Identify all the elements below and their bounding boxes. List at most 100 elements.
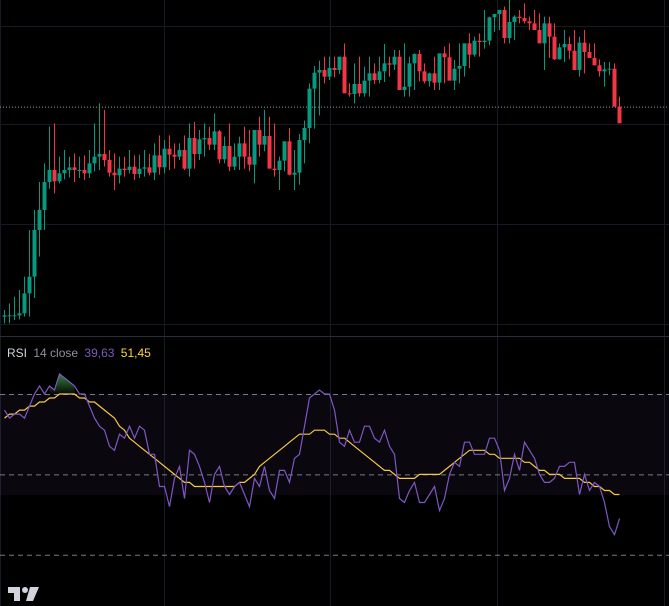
candle-body (32, 230, 37, 277)
candle-body (417, 54, 422, 72)
candle-body (432, 73, 437, 83)
candle-body (612, 68, 617, 107)
candle-body (112, 172, 117, 176)
candle-body (437, 53, 442, 83)
candle-body (252, 130, 257, 165)
candle-body (267, 136, 272, 169)
candle-body (532, 23, 537, 30)
candle-body (377, 71, 382, 80)
candle-body (397, 56, 402, 90)
candle-body (232, 156, 237, 167)
candle-body (507, 22, 512, 38)
candle-body (47, 170, 52, 182)
candle-body (387, 63, 392, 65)
candle-body (7, 315, 12, 317)
candle-body (82, 170, 87, 174)
candle-body (392, 56, 397, 65)
rsi-overbought-area (49, 373, 75, 394)
candle-body (137, 168, 142, 174)
candle-body (242, 143, 247, 157)
candle-body (222, 146, 227, 160)
candle-body (297, 140, 302, 173)
candle-body (87, 163, 92, 174)
candle-body (492, 14, 497, 18)
candle-body (57, 173, 62, 182)
candle-body (102, 154, 107, 160)
candlestick-series (2, 0, 622, 324)
candle-body (62, 170, 67, 174)
candle-body (527, 21, 532, 24)
rsi-ma-legend-value: 51,45 (120, 346, 151, 360)
candle-body (42, 182, 47, 210)
candle-body (382, 63, 387, 72)
candle-body (97, 154, 102, 157)
candle-body (2, 315, 7, 317)
candle-body (292, 172, 297, 175)
candle-body (592, 58, 597, 66)
candle-body (607, 68, 612, 70)
candle-body (37, 210, 42, 230)
candle-body (457, 66, 462, 69)
candle-body (167, 148, 172, 155)
candle-body (352, 84, 357, 94)
rsi-legend-params: 14 close (33, 346, 79, 360)
candle-body (27, 276, 32, 294)
candle-body (517, 16, 522, 18)
candle-body (337, 56, 342, 70)
candle-body (192, 138, 197, 154)
candle-body (347, 93, 352, 95)
candle-body (272, 168, 277, 170)
candle-body (312, 72, 317, 89)
candle-body (307, 88, 312, 128)
candle-body (52, 170, 57, 182)
candle-body (547, 23, 552, 37)
candle-body (147, 167, 152, 173)
candle-body (107, 160, 112, 173)
chart-canvas[interactable] (0, 0, 669, 606)
candle-body (502, 10, 507, 38)
candle-body (412, 54, 417, 64)
candle-body (512, 16, 517, 22)
candle-body (582, 42, 587, 52)
candle-body (557, 47, 562, 60)
candle-body (462, 43, 467, 66)
candle-body (12, 315, 17, 317)
candle-body (182, 150, 187, 169)
candle-body (162, 148, 167, 168)
candle-body (237, 143, 242, 157)
rsi-legend[interactable]: RSI 14 close 39,63 51,45 (7, 346, 154, 360)
candle-body (277, 160, 282, 170)
candle-body (302, 128, 307, 140)
candle-body (617, 106, 622, 124)
tradingview-logo-icon[interactable] (8, 587, 40, 601)
candle-body (552, 36, 557, 60)
rsi-overbought-fill (49, 373, 75, 394)
candle-body (602, 69, 607, 72)
candle-body (407, 63, 412, 87)
candle-body (367, 73, 372, 81)
candle-body (157, 155, 162, 168)
candle-body (327, 68, 332, 77)
candle-body (427, 73, 432, 82)
trading-chart[interactable]: RSI 14 close 39,63 51,45 (0, 0, 669, 606)
candle-body (207, 138, 212, 145)
candle-body (537, 30, 542, 44)
candle-body (127, 166, 132, 170)
candle-body (542, 23, 547, 44)
candle-body (372, 73, 377, 80)
candle-body (422, 71, 427, 82)
candle-body (257, 130, 262, 145)
candle-body (497, 10, 502, 14)
candle-body (92, 156, 97, 164)
candle-body (142, 167, 147, 169)
candle-body (442, 53, 447, 58)
candle-body (322, 70, 327, 77)
chart-grid (0, 0, 669, 606)
candle-body (247, 156, 252, 165)
candle-body (67, 167, 72, 170)
candle-body (402, 86, 407, 90)
candle-body (572, 50, 577, 70)
candle-body (362, 80, 367, 94)
candle-body (22, 293, 27, 314)
candle-body (122, 168, 127, 170)
